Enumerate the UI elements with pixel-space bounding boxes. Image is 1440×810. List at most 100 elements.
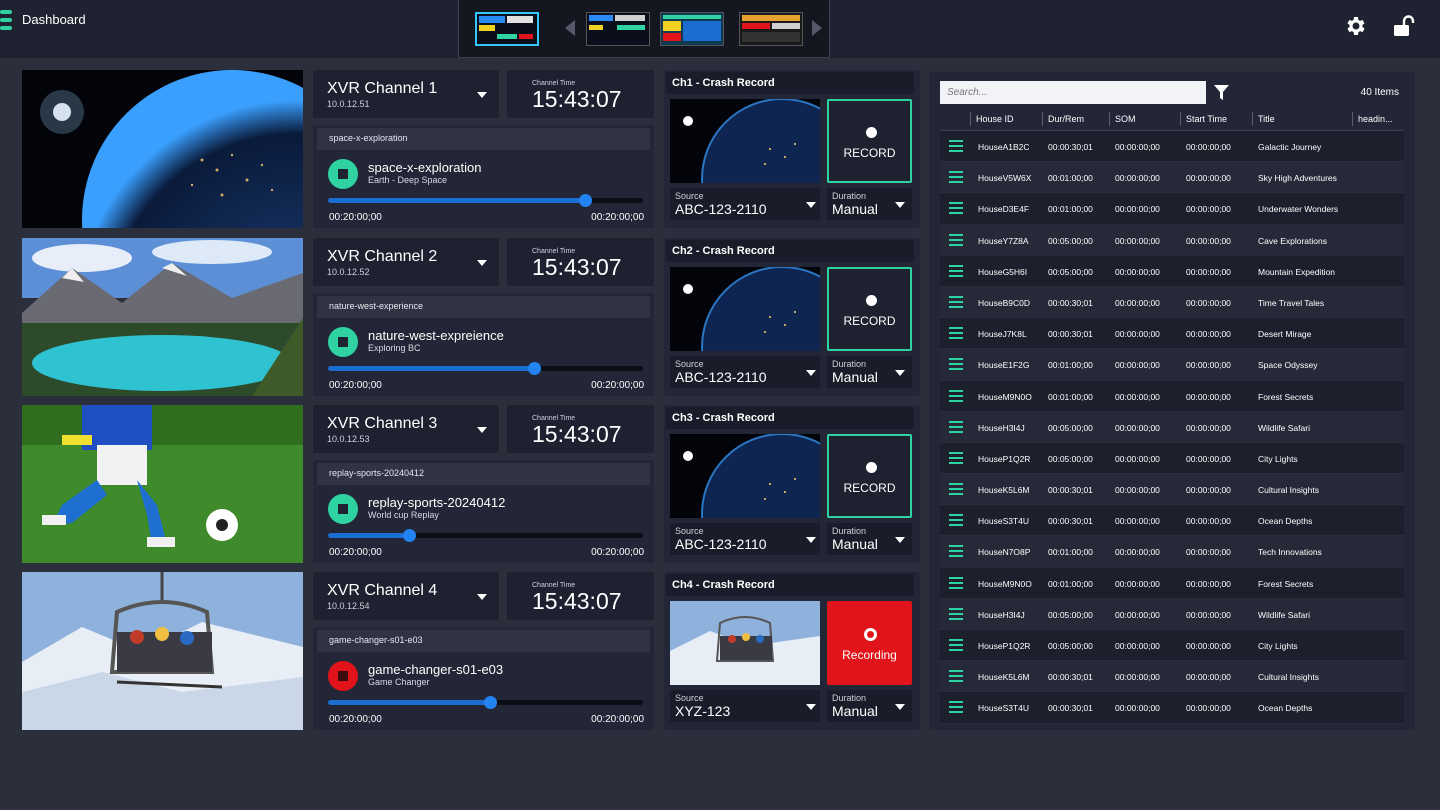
table-row[interactable]: HouseS3T4U 00:00:30;01 00:00:00;00 00:00:00… xyxy=(940,505,1404,537)
source-select[interactable]: Source ABC-123-2110 xyxy=(670,356,820,388)
column-header-som[interactable]: SOM xyxy=(1115,114,1136,124)
progress-handle[interactable] xyxy=(484,696,498,709)
column-header-start-time[interactable]: Start Time xyxy=(1186,114,1227,124)
house-id-cell: HouseK5L6M xyxy=(978,485,1030,496)
drag-handle-icon[interactable] xyxy=(949,639,963,651)
record-button[interactable]: RECORD xyxy=(827,267,912,351)
drag-handle-icon[interactable] xyxy=(949,545,963,558)
drag-handle-icon[interactable] xyxy=(949,701,963,714)
clip-tag[interactable]: game-changer-s01-e03 xyxy=(317,630,650,652)
drag-handle-icon[interactable] xyxy=(949,295,963,308)
table-row[interactable]: HouseK5L6M 00:00:30;01 00:00:00;00 00:00:00… xyxy=(940,661,1404,693)
stop-button[interactable] xyxy=(328,494,358,524)
table-row[interactable]: HouseV5W6X 00:01:00;00 00:00:00;00 00:00:00… xyxy=(940,162,1404,194)
crash-record-header: Ch1 - Crash Record xyxy=(666,72,914,94)
title-cell: City Lights xyxy=(1258,453,1298,464)
table-row[interactable]: HouseG5H6I 00:05:00;00 00:00:00;00 00:00:00… xyxy=(940,255,1404,287)
layout-thumbnail[interactable] xyxy=(660,12,724,46)
drag-handle-icon[interactable] xyxy=(949,514,963,527)
layout-thumbnail[interactable] xyxy=(586,12,650,46)
drag-handle-icon[interactable] xyxy=(949,233,963,246)
drag-handle-icon[interactable] xyxy=(949,420,963,433)
duration-select[interactable]: Duration Manual xyxy=(827,356,912,388)
table-row[interactable]: HouseP1Q2R 00:05:00;00 00:00:00;00 00:00:00… xyxy=(940,630,1404,662)
table-header: House ID Dur/Rem SOM Start Time Title he… xyxy=(940,108,1404,131)
table-row[interactable]: HouseK5L6M 00:00:30;01 00:00:00;00 00:00:00… xyxy=(940,474,1404,506)
stop-button[interactable] xyxy=(328,327,358,357)
clip-tag[interactable]: replay-sports-20240412 xyxy=(317,463,650,485)
som-cell: 00:00:00;00 xyxy=(1115,641,1160,651)
title-cell: Forest Secrets xyxy=(1258,391,1314,402)
column-header-heading[interactable]: headin... xyxy=(1358,114,1393,124)
playback-progress-bar[interactable] xyxy=(328,529,643,542)
progress-handle[interactable] xyxy=(578,194,592,207)
table-row[interactable]: HouseH3I4J 00:05:00;00 00:00:00;00 00:00:00… xyxy=(940,411,1404,443)
hamburger-menu-icon[interactable] xyxy=(0,10,12,32)
column-header-title[interactable]: Title xyxy=(1258,114,1275,124)
clip-tag[interactable]: space-x-exploration xyxy=(317,128,650,150)
drag-handle-icon[interactable] xyxy=(949,483,963,496)
table-row[interactable]: HouseN7O8P 00:01:00;00 00:00:00;00 00:00:00… xyxy=(940,536,1404,568)
previous-layout-arrow-icon[interactable] xyxy=(565,20,575,36)
duration-value: Manual xyxy=(832,369,878,385)
channel-2-selector[interactable]: XVR Channel 2 10.0.12.52 xyxy=(313,238,499,286)
channel-3-crash-record-panel: Ch3 - Crash Record RECORD Source ABC-123… xyxy=(664,405,920,563)
table-row[interactable]: HouseA1B2C 00:00:30;01 00:00:00;00 00:00:00… xyxy=(940,131,1404,163)
duration-select[interactable]: Duration Manual xyxy=(827,523,912,555)
channel-name: XVR Channel 1 xyxy=(327,80,438,97)
duration-select[interactable]: Duration Manual xyxy=(827,188,912,220)
drag-handle-icon[interactable] xyxy=(949,202,963,215)
crash-record-title: Ch3 - Crash Record xyxy=(672,412,775,424)
chevron-down-icon xyxy=(895,704,905,710)
table-row[interactable]: HouseB9C0D 00:00:30;01 00:00:00;00 00:00:00… xyxy=(940,286,1404,319)
playback-progress-bar[interactable] xyxy=(328,194,643,207)
table-row[interactable]: HouseE1F2G 00:01:00;00 00:00:00;00 00:00:00… xyxy=(940,349,1404,381)
playback-progress-bar[interactable] xyxy=(328,362,643,375)
drag-handle-icon[interactable] xyxy=(949,451,963,464)
table-row[interactable]: HouseS3T4U 00:00:30;01 00:00:00;00 00:00:00… xyxy=(940,692,1404,724)
source-select[interactable]: Source ABC-123-2110 xyxy=(670,523,820,555)
drag-handle-icon[interactable] xyxy=(949,264,963,277)
source-select[interactable]: Source ABC-123-2110 xyxy=(670,188,820,220)
gear-icon[interactable] xyxy=(1343,14,1367,38)
stop-button[interactable] xyxy=(328,661,358,691)
layout-thumbnail[interactable] xyxy=(739,12,803,46)
table-row[interactable]: HouseD3E4F 00:01:00;00 00:00:00;00 00:00:00… xyxy=(940,193,1404,225)
drag-handle-icon[interactable] xyxy=(949,389,963,402)
column-header-dur-rem[interactable]: Dur/Rem xyxy=(1048,114,1084,124)
drag-handle-icon[interactable] xyxy=(949,576,963,589)
drag-handle-icon[interactable] xyxy=(949,607,963,620)
channel-4-selector[interactable]: XVR Channel 4 10.0.12.54 xyxy=(313,572,499,620)
table-row[interactable]: HouseJ7K8L 00:00:30;01 00:00:00;00 00:00:00… xyxy=(940,318,1404,350)
table-row[interactable]: HouseY7Z8A 00:05:00;00 00:00:00;00 00:00:00… xyxy=(940,224,1404,256)
channel-3-selector[interactable]: XVR Channel 3 10.0.12.53 xyxy=(313,405,499,453)
record-button[interactable]: RECORD xyxy=(827,434,912,518)
progress-handle[interactable] xyxy=(528,362,542,375)
drag-handle-icon[interactable] xyxy=(949,140,963,152)
title-cell: Desert Mirage xyxy=(1258,329,1312,340)
progress-fill xyxy=(328,198,585,203)
channel-1-selector[interactable]: XVR Channel 1 10.0.12.51 xyxy=(313,70,499,118)
stop-button[interactable] xyxy=(328,159,358,189)
drag-handle-icon[interactable] xyxy=(949,171,963,184)
next-layout-arrow-icon[interactable] xyxy=(812,20,822,36)
table-row[interactable]: HouseH3I4J 00:05:00;00 00:00:00;00 00:00:00… xyxy=(940,598,1404,630)
table-row[interactable]: HouseM9N0O 00:01:00;00 00:00:00;00 00:00:00… xyxy=(940,567,1404,599)
drag-handle-icon[interactable] xyxy=(949,358,963,371)
recording-button[interactable]: Recording xyxy=(827,601,912,685)
table-row[interactable]: HouseP1Q2R 00:05:00;00 00:00:00;00 00:00:00… xyxy=(940,442,1404,475)
progress-handle[interactable] xyxy=(403,529,417,542)
source-select[interactable]: Source XYZ-123 xyxy=(670,690,820,722)
drag-handle-icon[interactable] xyxy=(949,327,963,340)
drag-handle-icon[interactable] xyxy=(949,670,963,683)
search-input[interactable] xyxy=(940,81,1206,104)
playback-progress-bar[interactable] xyxy=(328,696,643,709)
duration-select[interactable]: Duration Manual xyxy=(827,690,912,722)
layout-thumbnail[interactable] xyxy=(475,12,539,46)
table-row[interactable]: HouseM9N0O 00:01:00;00 00:00:00;00 00:00:00… xyxy=(940,380,1404,412)
clip-tag[interactable]: nature-west-experience xyxy=(317,296,650,318)
filter-icon[interactable] xyxy=(1214,85,1229,101)
unlock-icon[interactable] xyxy=(1392,14,1416,38)
record-button[interactable]: RECORD xyxy=(827,99,912,183)
column-header-house-id[interactable]: House ID xyxy=(976,114,1014,124)
